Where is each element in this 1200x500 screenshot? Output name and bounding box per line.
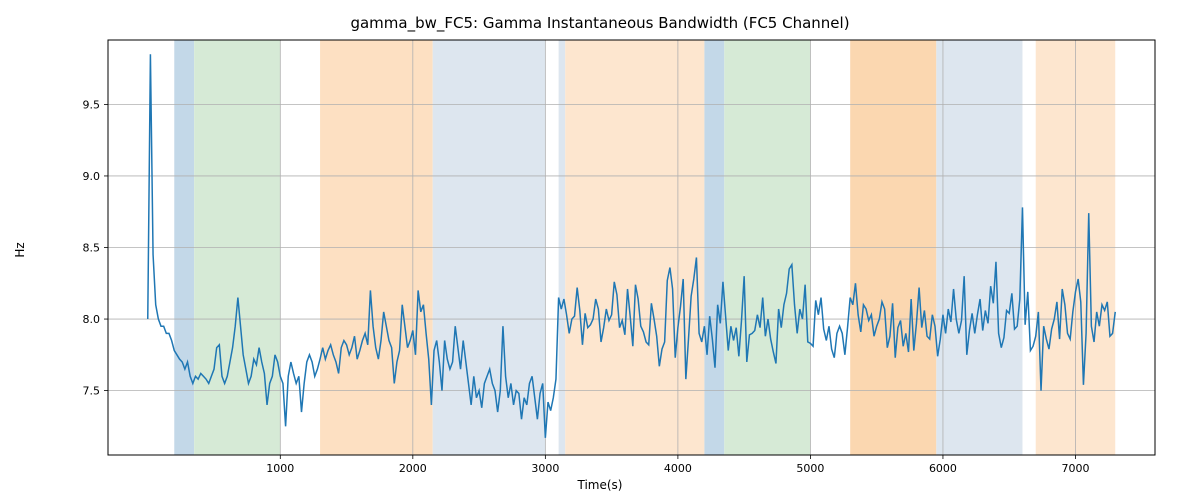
xtick-label: 1000 xyxy=(266,462,294,475)
xtick-label: 7000 xyxy=(1061,462,1089,475)
xtick-label: 4000 xyxy=(664,462,692,475)
xtick-label: 2000 xyxy=(399,462,427,475)
xtick-label: 6000 xyxy=(929,462,957,475)
chart-figure: gamma_bw_FC5: Gamma Instantaneous Bandwi… xyxy=(0,0,1200,500)
ytick-label: 8.5 xyxy=(83,242,101,255)
plot-svg: 1000 2000 3000 4000 5000 6000 7000 7.5 8.0 8.5 9.0… xyxy=(0,0,1200,500)
xtick-label: 3000 xyxy=(531,462,559,475)
ytick-label: 9.5 xyxy=(83,98,101,111)
ytick-label: 9.0 xyxy=(83,170,101,183)
ytick-label: 8.0 xyxy=(83,313,101,326)
xtick-label: 5000 xyxy=(796,462,824,475)
ytick-label: 7.5 xyxy=(83,385,101,398)
